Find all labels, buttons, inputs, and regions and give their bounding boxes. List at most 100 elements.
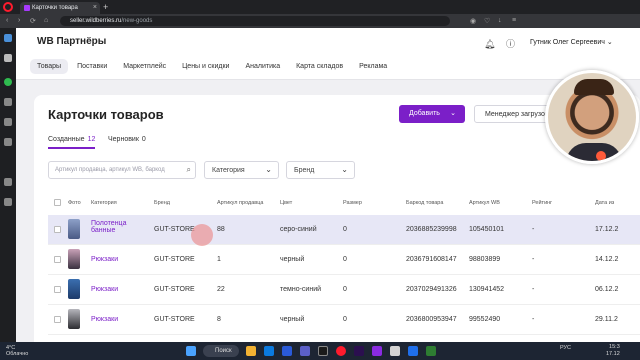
nav-tab-goods[interactable]: Товары — [30, 59, 69, 74]
cell-category[interactable]: Рюкзаки — [91, 256, 118, 263]
reload-icon[interactable]: ⟳ — [30, 17, 36, 25]
page: WB Партнёры 🔔︎ ⓘ Гутник Олег Сергеевич ⌄… — [16, 28, 640, 342]
history-icon[interactable] — [4, 98, 12, 106]
search-input[interactable]: Артикул продавца, артикул WB, баркод ⌕ — [48, 161, 196, 179]
heart-sidebar-icon[interactable] — [4, 118, 12, 126]
nav-tab-warehouses[interactable]: Карта складов — [289, 59, 350, 74]
cell-date: 14.12.2 — [595, 256, 619, 263]
app-icon-3[interactable] — [408, 346, 418, 356]
select-all-checkbox[interactable] — [54, 199, 61, 206]
subtab-drafts[interactable]: Черновик 0 — [108, 136, 146, 143]
product-photo[interactable] — [68, 309, 80, 329]
nav-tab-marketplace[interactable]: Маркетплейс — [116, 59, 173, 74]
category-dropdown-label: Категория — [212, 167, 245, 174]
camera-icon[interactable]: ◉ — [470, 17, 476, 25]
col-brand: Бренд — [154, 200, 170, 206]
messenger-icon[interactable] — [4, 34, 12, 42]
edge-icon[interactable] — [264, 346, 274, 356]
weather-widget[interactable]: 4°C Облачно — [6, 345, 28, 357]
cell-date: 29.11.2 — [595, 316, 618, 323]
user-menu[interactable]: Гутник Олег Сергеевич ⌄ — [530, 38, 613, 46]
product-photo[interactable] — [68, 219, 80, 239]
cell-rating: - — [532, 226, 535, 233]
taskbar-clock[interactable]: 15:3 17.12 — [606, 344, 620, 358]
premiere-icon[interactable] — [354, 346, 364, 356]
subtab-created[interactable]: Созданные 12 — [48, 136, 96, 149]
search-icon[interactable]: ⌕ — [187, 165, 191, 175]
browser-tab-title: Карточки товара — [32, 5, 78, 11]
viber-icon[interactable] — [372, 346, 382, 356]
table-row[interactable]: Рюкзаки GUT-STORE 22 темно-синий 0 20370… — [48, 275, 640, 305]
app-icon-2[interactable] — [390, 346, 400, 356]
webcam-shirt — [566, 143, 622, 161]
cell-barcode: 2036800953947 — [406, 316, 457, 323]
brand-dropdown-label: Бренд — [294, 167, 315, 174]
taskbar-search[interactable]: Поиск — [203, 345, 239, 357]
forward-icon[interactable]: › — [18, 17, 20, 24]
cell-brand: GUT-STORE — [154, 316, 195, 323]
app-icon[interactable] — [318, 346, 328, 356]
file-explorer-icon[interactable] — [246, 346, 256, 356]
back-icon[interactable]: ‹ — [6, 17, 8, 24]
logo[interactable]: WB Партнёры — [37, 36, 106, 47]
search-placeholder: Артикул продавца, артикул WB, баркод — [55, 167, 165, 173]
download-icon[interactable]: ↓ — [498, 17, 502, 24]
store-icon[interactable] — [282, 346, 292, 356]
more-icon[interactable] — [4, 198, 12, 206]
windows-start-icon[interactable] — [186, 346, 196, 356]
nav-tab-ads[interactable]: Реклама — [352, 59, 394, 74]
url-field[interactable]: seller.wildberries.ru/new-goods — [60, 16, 450, 26]
browser-tab[interactable]: Карточки товара × — [20, 2, 100, 14]
whatsapp-icon[interactable] — [4, 78, 12, 86]
opera-taskbar-icon[interactable] — [336, 346, 346, 356]
cell-date: 17.12.2 — [595, 226, 619, 233]
row-checkbox[interactable] — [54, 316, 61, 323]
table-header: Фото Категория Бренд Артикул продавца Цв… — [48, 195, 640, 211]
help-icon[interactable]: ⓘ — [506, 39, 515, 49]
col-wb-article: Артикул WB — [469, 200, 500, 206]
table-row[interactable]: Полотенца банные GUT-STORE 88 серо-синий… — [48, 215, 640, 245]
table-row[interactable]: Рюкзаки GUT-STORE 8 черный 0 20368009539… — [48, 305, 640, 335]
app-icon-4[interactable] — [426, 346, 436, 356]
col-barcode: Баркод товара — [406, 200, 444, 206]
nav-tab-supplies[interactable]: Поставки — [70, 59, 114, 74]
new-tab-button[interactable]: + — [103, 2, 108, 12]
cell-category[interactable]: Рюкзаки — [91, 316, 118, 323]
tray-lang[interactable]: РУС — [560, 345, 571, 351]
cell-category[interactable]: Полотенца банные — [91, 220, 149, 234]
main-nav: Товары Поставки Маркетплейс Цены и скидк… — [30, 59, 396, 74]
row-checkbox[interactable] — [54, 226, 61, 233]
category-dropdown[interactable]: Категория ⌄ — [204, 161, 279, 179]
heart-icon[interactable]: ♡ — [484, 17, 490, 25]
bell-icon[interactable]: 🔔︎ — [484, 39, 495, 49]
product-photo[interactable] — [68, 249, 80, 269]
cell-color: темно-синий — [280, 286, 322, 293]
nav-tab-analytics[interactable]: Аналитика — [238, 59, 287, 74]
cell-size: 0 — [343, 256, 347, 263]
settings-icon[interactable] — [4, 138, 12, 146]
bookmark-icon[interactable] — [4, 54, 12, 62]
teams-icon[interactable] — [300, 346, 310, 356]
cell-brand: GUT-STORE — [154, 286, 195, 293]
add-button[interactable]: Добавить ⌄ — [399, 105, 465, 123]
clock-date: 17.12 — [606, 351, 620, 357]
nav-tab-prices[interactable]: Цены и скидки — [175, 59, 236, 74]
cell-seller-article: 1 — [217, 256, 221, 263]
row-checkbox[interactable] — [54, 286, 61, 293]
col-photo: Фото — [68, 200, 81, 206]
cell-color: черный — [280, 256, 305, 263]
cell-category[interactable]: Рюкзаки — [91, 286, 118, 293]
chevron-down-icon: ⌄ — [606, 39, 613, 46]
menu-icon[interactable]: ≡ — [512, 17, 516, 24]
brand-dropdown[interactable]: Бренд ⌄ — [286, 161, 355, 179]
cell-color: серо-синий — [280, 226, 317, 233]
home-icon[interactable]: ⌂ — [44, 17, 48, 24]
microphone-icon — [596, 151, 606, 161]
cell-size: 0 — [343, 316, 347, 323]
table-row[interactable]: Рюкзаки GUT-STORE 1 черный 0 20367916081… — [48, 245, 640, 275]
row-checkbox[interactable] — [54, 256, 61, 263]
close-tab-icon[interactable]: × — [93, 4, 97, 11]
lightbulb-icon[interactable] — [4, 178, 12, 186]
opera-logo-icon[interactable] — [3, 2, 13, 12]
product-photo[interactable] — [68, 279, 80, 299]
